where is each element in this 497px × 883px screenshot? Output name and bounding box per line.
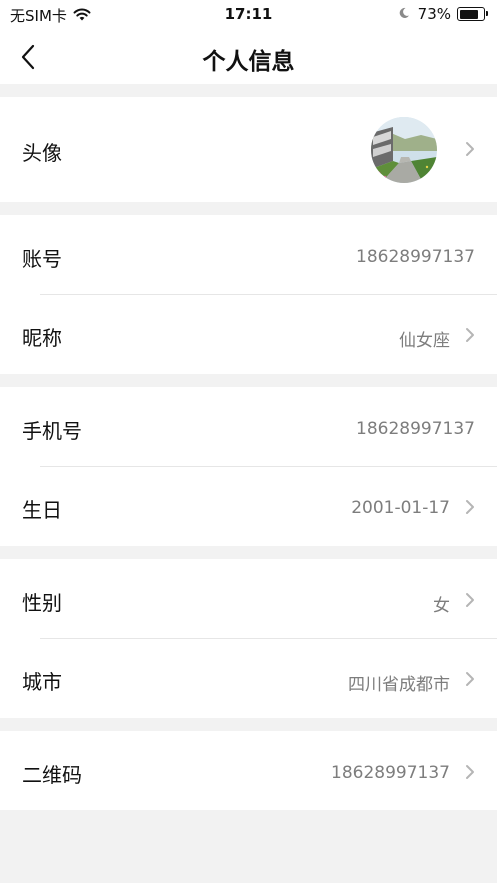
city-row[interactable]: 城市 四川省成都市	[0, 639, 497, 718]
qrcode-section: 二维码 18628997137	[0, 731, 497, 810]
account-value: 18628997137	[356, 247, 475, 267]
moon-icon	[398, 5, 410, 23]
account-section: 账号 18628997137 昵称 仙女座	[0, 215, 497, 374]
chevron-right-icon	[465, 141, 475, 157]
birthday-label: 生日	[22, 498, 62, 522]
birthday-row[interactable]: 生日 2001-01-17	[0, 467, 497, 546]
phone-label: 手机号	[22, 419, 82, 443]
page-title: 个人信息	[202, 49, 295, 75]
chevron-right-icon	[465, 671, 475, 687]
chevron-right-icon	[465, 499, 475, 515]
city-value: 四川省成都市	[348, 675, 450, 695]
qrcode-value: 18628997137	[331, 763, 450, 783]
chevron-right-icon	[465, 327, 475, 343]
account-label: 账号	[22, 247, 62, 271]
nickname-value: 仙女座	[399, 331, 450, 351]
account-row: 账号 18628997137	[0, 215, 497, 294]
nickname-row[interactable]: 昵称 仙女座	[0, 295, 497, 374]
contact-section: 手机号 18628997137 生日 2001-01-17	[0, 387, 497, 546]
nav-bar: 个人信息	[0, 30, 497, 84]
phone-row: 手机号 18628997137	[0, 387, 497, 466]
chevron-right-icon	[465, 592, 475, 608]
avatar	[371, 117, 437, 183]
phone-value: 18628997137	[356, 419, 475, 439]
status-bar: 无SIM卡 17:11 73%	[0, 0, 497, 30]
avatar-row[interactable]: 头像	[0, 97, 497, 202]
qrcode-label: 二维码	[22, 763, 82, 787]
birthday-value: 2001-01-17	[351, 498, 450, 518]
battery-percent: 73%	[417, 5, 451, 23]
gender-label: 性别	[22, 591, 62, 615]
avatar-section: 头像	[0, 97, 497, 202]
avatar-label: 头像	[22, 141, 62, 165]
gender-row[interactable]: 性别 女	[0, 559, 497, 638]
city-label: 城市	[22, 670, 62, 694]
gender-value: 女	[433, 596, 450, 616]
chevron-right-icon	[465, 764, 475, 780]
status-right: 73%	[398, 5, 488, 23]
battery-icon	[457, 7, 488, 21]
profile-section: 性别 女 城市 四川省成都市	[0, 559, 497, 718]
qrcode-row[interactable]: 二维码 18628997137	[0, 731, 497, 810]
nickname-label: 昵称	[22, 326, 62, 350]
